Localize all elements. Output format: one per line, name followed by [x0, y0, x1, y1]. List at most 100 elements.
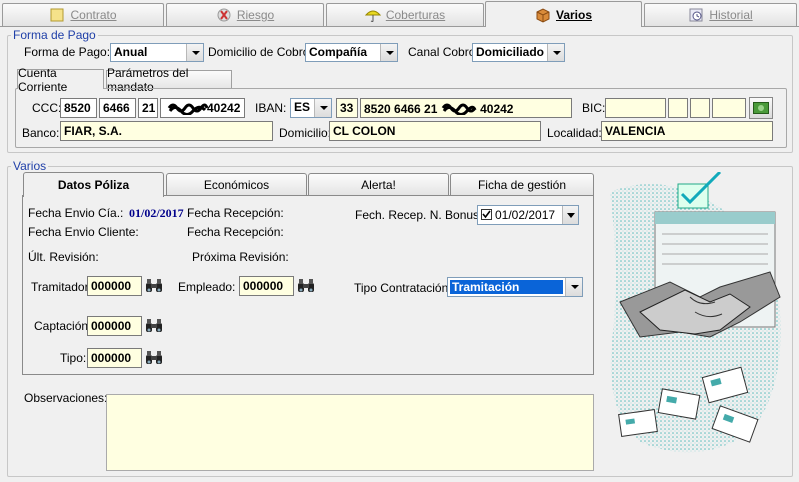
canal-cobro-label: Canal Cobro:	[408, 45, 479, 59]
handshake-illustration	[610, 172, 781, 453]
binoculars-icon[interactable]	[297, 278, 315, 294]
subtab-label: Cuenta Corriente	[18, 65, 68, 94]
redaction-scribble	[167, 103, 209, 115]
tipo-contratacion-value: Tramitación	[449, 279, 564, 295]
tab-datos-poliza[interactable]: Datos Póliza	[23, 172, 164, 197]
ult-revision-label: Últ. Revisión:	[28, 250, 99, 264]
fecha-recepcion-label-1: Fecha Recepción:	[187, 206, 284, 220]
iban-number-end: 40242	[480, 102, 514, 116]
binoculars-icon[interactable]	[145, 350, 163, 366]
tab-alerta[interactable]: Alerta!	[308, 173, 449, 195]
chevron-down-icon[interactable]	[314, 99, 331, 117]
domicilio-cobro-select[interactable]: Compañía	[305, 43, 398, 62]
tramitador-label: Tramitador:	[31, 280, 92, 294]
iban-country-value: ES	[294, 100, 311, 114]
tab-label: Ficha de gestión	[477, 177, 567, 192]
subtab-cuenta-corriente[interactable]: Cuenta Corriente	[17, 66, 104, 94]
tab-label: Económicos	[203, 177, 270, 192]
localidad-field[interactable]: VALENCIA	[601, 121, 773, 141]
chevron-down-icon[interactable]	[186, 44, 203, 61]
fecha-envio-cia-label: Fecha Envio Cía.:	[28, 206, 124, 220]
bonus-date-value: 01/02/2017	[495, 208, 556, 222]
fecha-recepcion-label-2: Fecha Recepción:	[187, 225, 284, 239]
iban-label: IBAN:	[255, 101, 287, 115]
tab-coberturas[interactable]: Coberturas	[326, 3, 484, 26]
binoculars-icon[interactable]	[145, 318, 163, 334]
tab-ficha-gestion[interactable]: Ficha de gestión	[450, 173, 594, 195]
ccc-label: CCC:	[32, 101, 62, 115]
ccc-dc-field[interactable]: 21	[138, 98, 158, 118]
bank-lookup-button[interactable]	[749, 97, 773, 119]
captacion-label: Captación:	[34, 319, 92, 333]
empleado-label: Empleado:	[178, 280, 236, 294]
observaciones-label: Observaciones:	[24, 391, 108, 405]
forma-pago-legend: Forma de Pago	[11, 28, 98, 42]
fecha-envio-cliente-label: Fecha Envio Cliente:	[28, 225, 139, 239]
ccc-cuenta-field[interactable]: 40242	[160, 98, 245, 118]
iban-number-field[interactable]: 8520 6466 21 40242	[360, 98, 572, 118]
bic-field-3[interactable]	[690, 98, 710, 118]
chevron-down-icon[interactable]	[547, 44, 564, 61]
subtab-parametros-mandato[interactable]: Parámetros del mandato	[106, 66, 232, 94]
check-icon	[482, 210, 491, 219]
tab-contrato[interactable]: Contrato	[2, 3, 164, 26]
tab-label: Varios	[555, 7, 593, 22]
iban-number-start: 8520 6466 21	[364, 102, 438, 116]
forma-pago-value: Anual	[114, 45, 148, 59]
proxima-revision-label: Próxima Revisión:	[192, 250, 289, 264]
domicilio-cobro-label: Domicilio de Cobro:	[208, 45, 313, 59]
ccc-cuenta-value: 40242	[207, 101, 241, 115]
banco-field[interactable]: FIAR, S.A.	[60, 121, 273, 141]
fech-recep-bonus-label: Fech. Recep. N. Bonus:	[355, 208, 483, 222]
chevron-down-icon[interactable]	[565, 278, 582, 296]
domicilio-cobro-value: Compañía	[309, 45, 368, 59]
redaction-scribble	[441, 103, 477, 116]
canal-cobro-select[interactable]: Domiciliado	[472, 43, 565, 62]
bonus-date-checkbox[interactable]	[481, 209, 492, 220]
forma-pago-select[interactable]: Anual	[110, 43, 204, 62]
tipo-field[interactable]: 000000	[87, 348, 142, 368]
tab-economicos[interactable]: Económicos	[166, 173, 307, 195]
fech-recep-bonus-picker[interactable]: 01/02/2017	[477, 205, 579, 225]
localidad-label: Localidad:	[547, 126, 602, 140]
bic-label: BIC:	[582, 101, 606, 115]
binoculars-icon[interactable]	[145, 278, 163, 294]
tab-label: Alerta!	[361, 177, 396, 192]
tab-label: Riesgo	[236, 8, 275, 22]
money-icon	[753, 102, 769, 114]
tipo-contratacion-label: Tipo Contratación:	[354, 281, 452, 295]
tab-label: Contrato	[70, 8, 117, 22]
tab-historial[interactable]: Historial	[644, 3, 797, 26]
empleado-field[interactable]: 000000	[239, 276, 294, 296]
ccc-oficina-field[interactable]: 6466	[99, 98, 136, 118]
captacion-field[interactable]: 000000	[87, 316, 142, 336]
bic-field-2[interactable]	[668, 98, 688, 118]
history-icon	[689, 8, 703, 22]
tab-varios[interactable]: Varios	[485, 1, 642, 27]
observaciones-textarea[interactable]	[106, 394, 594, 471]
tipo-contratacion-select[interactable]: Tramitación	[447, 277, 583, 297]
chevron-down-icon[interactable]	[562, 206, 578, 224]
forma-pago-label: Forma de Pago:	[24, 45, 111, 59]
domicilio-label: Domicilio:	[279, 126, 332, 140]
bic-field-4[interactable]	[712, 98, 746, 118]
bic-field-1[interactable]	[605, 98, 666, 118]
chevron-down-icon[interactable]	[380, 44, 397, 61]
tab-strip-border	[0, 26, 799, 27]
iban-country-select[interactable]: ES	[290, 98, 332, 118]
tab-label: Datos Póliza	[57, 178, 130, 192]
fecha-envio-cia-value: 01/02/2017	[129, 206, 184, 220]
banco-label: Banco:	[22, 126, 60, 140]
contract-icon	[50, 8, 64, 22]
domicilio-field[interactable]: CL COLON	[329, 121, 541, 141]
canal-cobro-value: Domiciliado	[476, 45, 545, 59]
risk-icon	[217, 8, 231, 22]
tramitador-field[interactable]: 000000	[87, 276, 142, 296]
tab-label: Coberturas	[385, 8, 446, 22]
ccc-entidad-field[interactable]: 8520	[60, 98, 97, 118]
box-icon	[536, 7, 550, 23]
iban-check-field[interactable]: 33	[336, 98, 358, 118]
tipo-label: Tipo:	[60, 351, 87, 365]
umbrella-icon	[364, 10, 381, 22]
tab-riesgo[interactable]: Riesgo	[166, 3, 324, 26]
